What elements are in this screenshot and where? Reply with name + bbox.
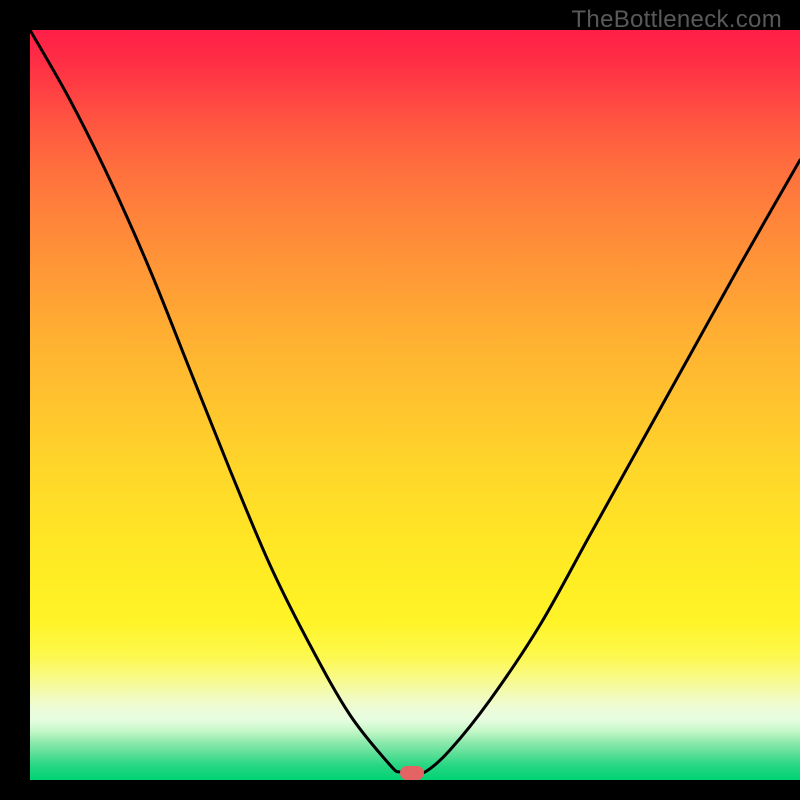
chart-frame: TheBottleneck.com xyxy=(0,0,800,800)
bottleneck-marker xyxy=(400,766,424,780)
watermark-text: TheBottleneck.com xyxy=(571,6,782,34)
bottleneck-curve xyxy=(30,30,800,774)
curve-svg xyxy=(30,30,800,780)
plot-area xyxy=(30,30,800,780)
